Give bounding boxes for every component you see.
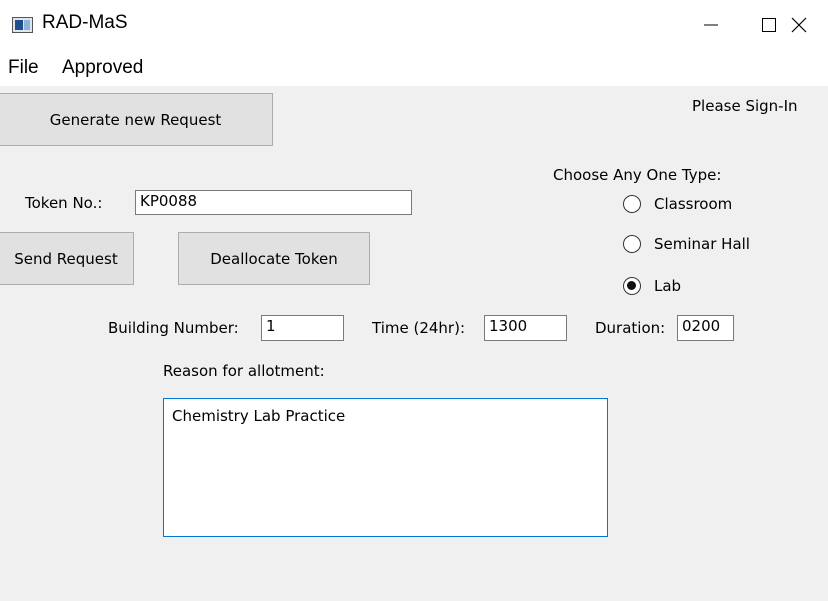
window-title: RAD-MaS [42, 12, 128, 33]
duration-input[interactable]: 0200 [677, 315, 734, 341]
menu-approved[interactable]: Approved [62, 57, 143, 79]
type-heading: Choose Any One Type: [553, 166, 722, 184]
app-icon [12, 17, 33, 33]
deallocate-token-button[interactable]: Deallocate Token [178, 232, 370, 285]
radio-seminar-hall-label: Seminar Hall [654, 235, 750, 253]
time-label: Time (24hr): [372, 319, 465, 337]
send-request-button[interactable]: Send Request [0, 232, 134, 285]
reason-textarea[interactable]: Chemistry Lab Practice [163, 398, 608, 537]
close-button[interactable] [770, 0, 828, 50]
radio-seminar-hall[interactable] [623, 235, 641, 253]
radio-lab[interactable] [623, 277, 641, 295]
building-input[interactable]: 1 [261, 315, 344, 341]
minimize-icon [704, 24, 718, 26]
minimize-button[interactable] [682, 0, 740, 50]
close-icon [791, 17, 807, 33]
radio-classroom[interactable] [623, 195, 641, 213]
time-input[interactable]: 1300 [484, 315, 567, 341]
reason-label: Reason for allotment: [163, 362, 325, 380]
radio-classroom-label: Classroom [654, 195, 733, 213]
signin-status: Please Sign-In [692, 97, 798, 115]
duration-label: Duration: [595, 319, 666, 337]
radio-lab-label: Lab [654, 277, 682, 295]
building-label: Building Number: [108, 319, 239, 337]
generate-request-button[interactable]: Generate new Request [0, 93, 273, 146]
menu-file[interactable]: File [8, 57, 39, 79]
token-label: Token No.: [25, 194, 103, 212]
token-input[interactable]: KP0088 [135, 190, 412, 215]
